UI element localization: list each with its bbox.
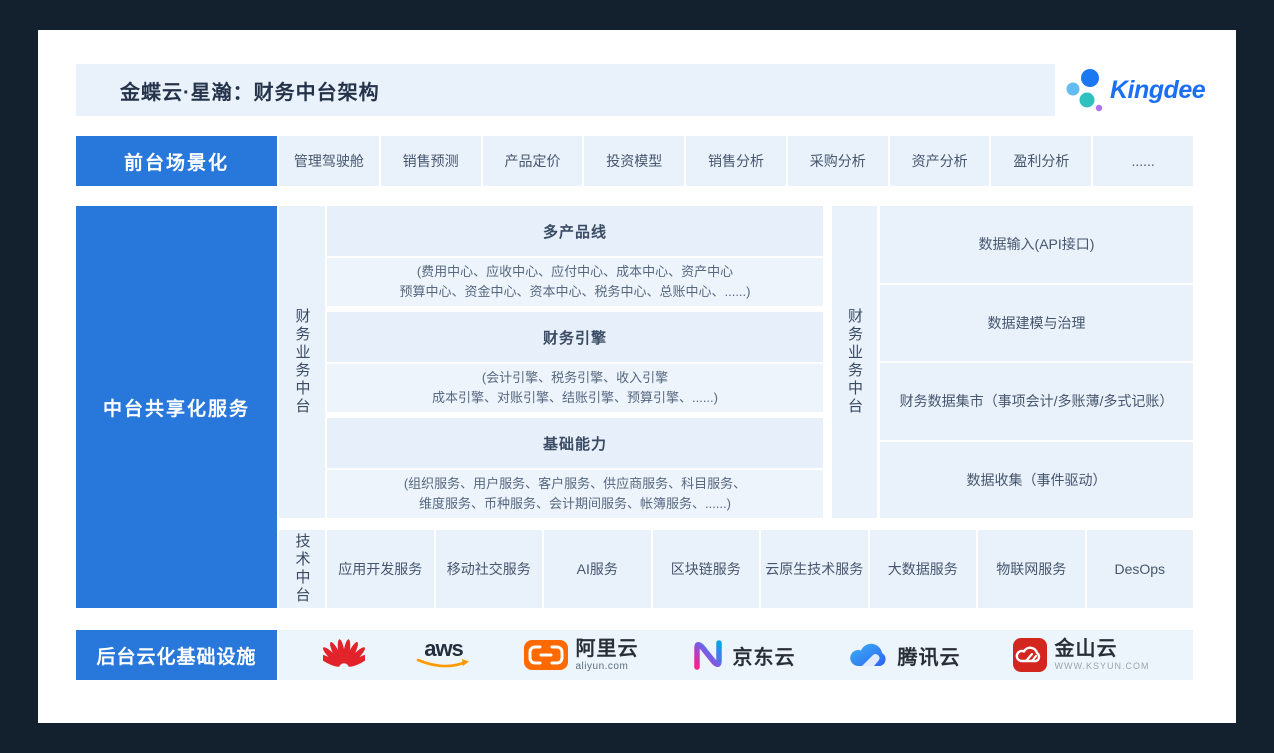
aliyun-name: 阿里云	[576, 638, 639, 661]
tencent-cloud-name: 腾讯云	[898, 641, 961, 670]
finance-business-platform-label-left: 财务业务中台	[279, 206, 325, 518]
page-title-bar: 金蝶云·星瀚：财务中台架构	[76, 64, 1055, 116]
group-title: 基础能力	[327, 418, 823, 468]
front-scenario-item: ......	[1093, 136, 1193, 186]
front-scenario-item: 投资模型	[584, 136, 684, 186]
tech-service-item: 区块链服务	[653, 530, 760, 608]
vendor-jdcloud: 京东云	[690, 638, 796, 672]
tech-service-item: 云原生技术服务	[761, 530, 868, 608]
group-detail: (组织服务、用户服务、客户服务、供应商服务、科目服务、 维度服务、币种服务、会计…	[327, 470, 823, 518]
front-scenario-item: 盈利分析	[991, 136, 1091, 186]
ksyun-name: 金山云	[1055, 638, 1150, 661]
vendor-aliyun: 阿里云 aliyun.com	[523, 638, 639, 673]
group-detail: (会计引擎、税务引擎、收入引擎 成本引擎、对账引擎、结账引擎、预算引擎、....…	[327, 364, 823, 412]
tech-platform-label: 技术中台	[279, 530, 325, 608]
aws-smile-icon	[416, 658, 472, 670]
infra-layer-label: 后台云化基础设施	[76, 630, 277, 680]
front-scenario-item: 采购分析	[788, 136, 888, 186]
front-layer-label: 前台场景化	[76, 136, 277, 186]
aliyun-logo-icon	[523, 639, 569, 671]
finance-business-platform-label-right: 财务业务中台	[832, 206, 877, 518]
canvas: 金蝶云·星瀚：财务中台架构 Kingdee 前台场景化 管理驾驶舱 销售预测 产…	[0, 0, 1274, 753]
tech-service-list: 应用开发服务 移动社交服务 AI服务 区块链服务 云原生技术服务 大数据服务 物…	[327, 530, 1193, 608]
middle-layer-label: 中台共享化服务	[76, 206, 277, 608]
tech-service-item: DesOps	[1087, 530, 1194, 608]
tech-service-item: 物联网服务	[978, 530, 1085, 608]
tech-service-item: AI服务	[544, 530, 651, 608]
finance-business-groups: 多产品线 (费用中心、应收中心、应付中心、成本中心、资产中心 预算中心、资金中心…	[327, 206, 823, 518]
finance-data-item: 数据输入(API接口)	[880, 206, 1193, 283]
page-card: 金蝶云·星瀚：财务中台架构 Kingdee 前台场景化 管理驾驶舱 销售预测 产…	[38, 30, 1236, 723]
vendor-tencent: 腾讯云	[847, 640, 961, 670]
page-title: 金蝶云·星瀚：财务中台架构	[120, 76, 380, 105]
vendor-aws: aws	[416, 640, 472, 670]
tech-service-item: 大数据服务	[870, 530, 977, 608]
jdcloud-logo-icon	[690, 638, 726, 672]
ksyun-domain: WWW.KSYUN.COM	[1055, 661, 1150, 671]
front-scenario-item: 管理驾驶舱	[279, 136, 379, 186]
cloud-vendor-strip: aws 阿里云 aliyun.com	[279, 630, 1193, 680]
kingdee-wordmark: Kingdee	[1110, 76, 1205, 105]
finance-data-items: 数据输入(API接口) 数据建模与治理 财务数据集市（事项会计/多账薄/多式记账…	[880, 206, 1193, 518]
ksyun-logo-icon	[1012, 637, 1048, 673]
aws-wordmark: aws	[424, 640, 463, 658]
finance-data-item: 财务数据集市（事项会计/多账薄/多式记账）	[880, 363, 1193, 440]
vendor-huawei	[323, 637, 365, 673]
tencent-cloud-logo-icon	[847, 640, 891, 670]
aliyun-domain: aliyun.com	[576, 661, 639, 673]
finance-data-item: 数据收集（事件驱动）	[880, 442, 1193, 519]
front-scenario-item: 产品定价	[483, 136, 583, 186]
front-scenario-item: 销售预测	[381, 136, 481, 186]
tech-service-item: 应用开发服务	[327, 530, 434, 608]
vendor-ksyun: 金山云 WWW.KSYUN.COM	[1012, 637, 1150, 673]
jdcloud-name: 京东云	[733, 641, 796, 670]
kingdee-dots-icon	[1066, 68, 1104, 112]
tech-service-item: 移动社交服务	[436, 530, 543, 608]
huawei-logo-icon	[323, 637, 365, 673]
kingdee-logo: Kingdee	[1066, 62, 1216, 118]
group-detail: (费用中心、应收中心、应付中心、成本中心、资产中心 预算中心、资金中心、资本中心…	[327, 258, 823, 306]
front-scenario-item: 资产分析	[890, 136, 990, 186]
group-title: 多产品线	[327, 206, 823, 256]
front-scenario-list: 管理驾驶舱 销售预测 产品定价 投资模型 销售分析 采购分析 资产分析 盈利分析…	[279, 136, 1193, 186]
group-title: 财务引擎	[327, 312, 823, 362]
finance-data-item: 数据建模与治理	[880, 285, 1193, 362]
front-scenario-item: 销售分析	[686, 136, 786, 186]
